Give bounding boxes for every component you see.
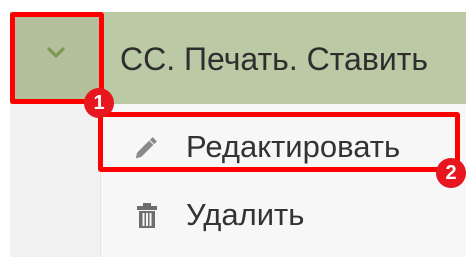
menu-item-label: Удалить [186, 197, 305, 232]
annotation-marker-1: 1 [84, 88, 114, 118]
menu-item-delete[interactable]: Удалить [100, 186, 466, 244]
highlight-box-edit [98, 112, 460, 172]
menu-gutter [10, 104, 100, 257]
row-title: СС. Печать. Ставить [120, 41, 429, 77]
trash-icon [137, 203, 157, 228]
annotation-marker-2: 2 [436, 158, 466, 188]
